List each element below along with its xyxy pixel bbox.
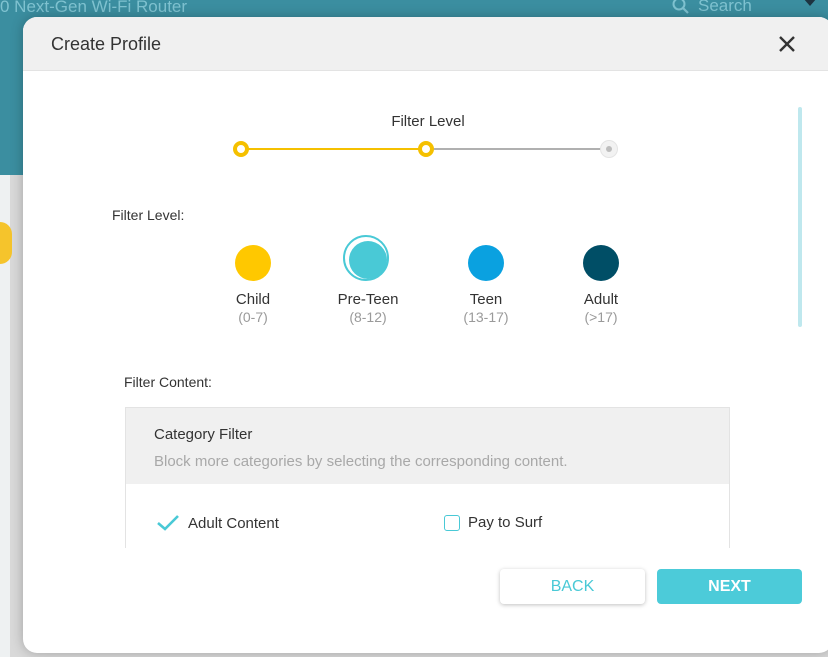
level-name: Child: [235, 291, 271, 308]
level-circle: [583, 245, 619, 281]
stepper-step-2: [418, 141, 434, 157]
dialog-header: Create Profile: [23, 17, 828, 71]
category-item-pay-to-surf[interactable]: Pay to Surf: [444, 514, 542, 531]
level-name: Pre-Teen: [337, 291, 399, 308]
selected-ring: [343, 235, 389, 281]
checkmark-icon: [157, 515, 179, 531]
stepper-step-3: [600, 140, 618, 158]
checkbox[interactable]: [444, 514, 460, 531]
close-icon[interactable]: [774, 31, 800, 57]
app-title: 0 Next-Gen Wi-Fi Router: [0, 0, 188, 16]
category-item-label: Adult Content: [188, 514, 279, 532]
level-name: Adult: [583, 291, 619, 308]
level-option-teen[interactable]: Teen (13-17): [436, 241, 536, 325]
stepper-remaining-line: [433, 148, 611, 150]
level-circle: [343, 235, 389, 281]
filter-level-label: Filter Level:: [112, 207, 185, 223]
category-filter-panel: Category Filter Block more categories by…: [125, 407, 730, 548]
stepper-step-1: [233, 141, 249, 157]
level-name: Teen: [469, 291, 503, 308]
category-filter-description: Block more categories by selecting the c…: [154, 453, 568, 470]
filter-content-label: Filter Content:: [124, 374, 212, 390]
create-profile-dialog: Create Profile Filter Level Filter Level…: [23, 17, 828, 653]
level-circle: [468, 245, 504, 281]
sidebar-active-indicator: [0, 222, 12, 264]
stepper-progress-line: [248, 148, 430, 150]
level-range: (8-12): [349, 309, 387, 325]
next-button[interactable]: NEXT: [657, 569, 802, 604]
dialog-scrollbar[interactable]: [798, 107, 802, 327]
level-circle: [235, 245, 271, 281]
level-option-pre-teen[interactable]: Pre-Teen (8-12): [318, 235, 418, 325]
category-item-label: Pay to Surf: [468, 514, 543, 531]
dialog-title: Create Profile: [51, 34, 162, 54]
level-option-adult[interactable]: Adult (>17): [551, 241, 651, 325]
level-range: (>17): [584, 309, 618, 325]
stepper-label: Filter Level: [391, 113, 465, 130]
category-filter-title: Category Filter: [154, 426, 253, 443]
chevron-down-icon[interactable]: [800, 0, 820, 10]
level-range: (0-7): [238, 309, 268, 325]
level-option-child[interactable]: Child (0-7): [203, 241, 303, 325]
back-button[interactable]: BACK: [500, 569, 645, 604]
level-range: (13-17): [463, 309, 509, 325]
category-filter-header: Category Filter Block more categories by…: [126, 408, 729, 484]
search-icon: [672, 0, 689, 14]
category-item-adult-content[interactable]: Adult Content: [156, 514, 279, 532]
search-label: Search: [698, 0, 752, 15]
search-button[interactable]: Search: [672, 0, 752, 16]
